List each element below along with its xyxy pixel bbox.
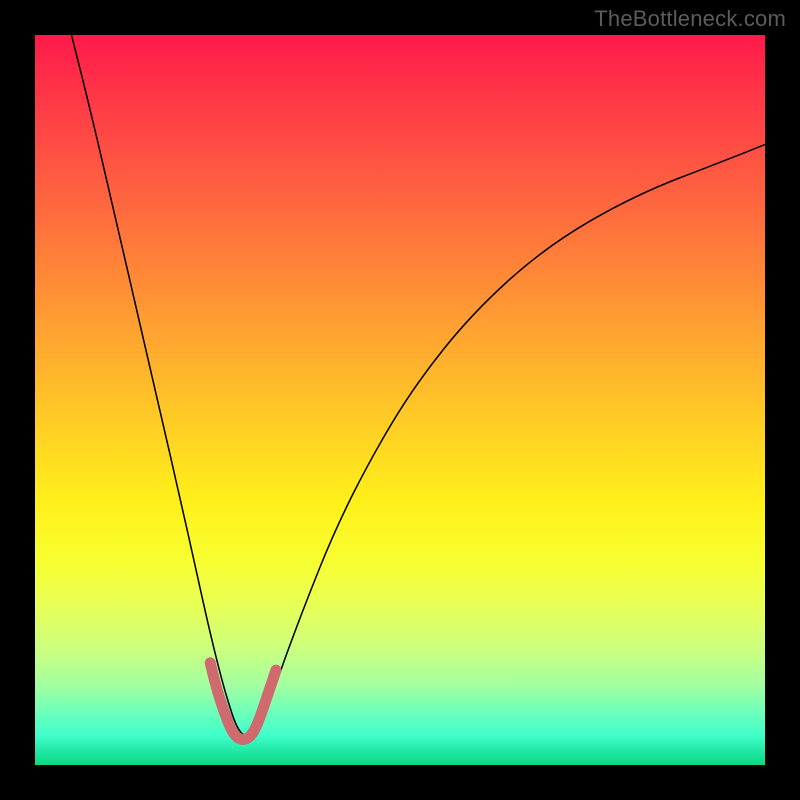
curve-layer: [35, 35, 765, 765]
chart-stage: TheBottleneck.com: [0, 0, 800, 800]
bottleneck-curve: [72, 35, 766, 736]
plot-area: [35, 35, 765, 765]
watermark-text: TheBottleneck.com: [594, 6, 786, 32]
